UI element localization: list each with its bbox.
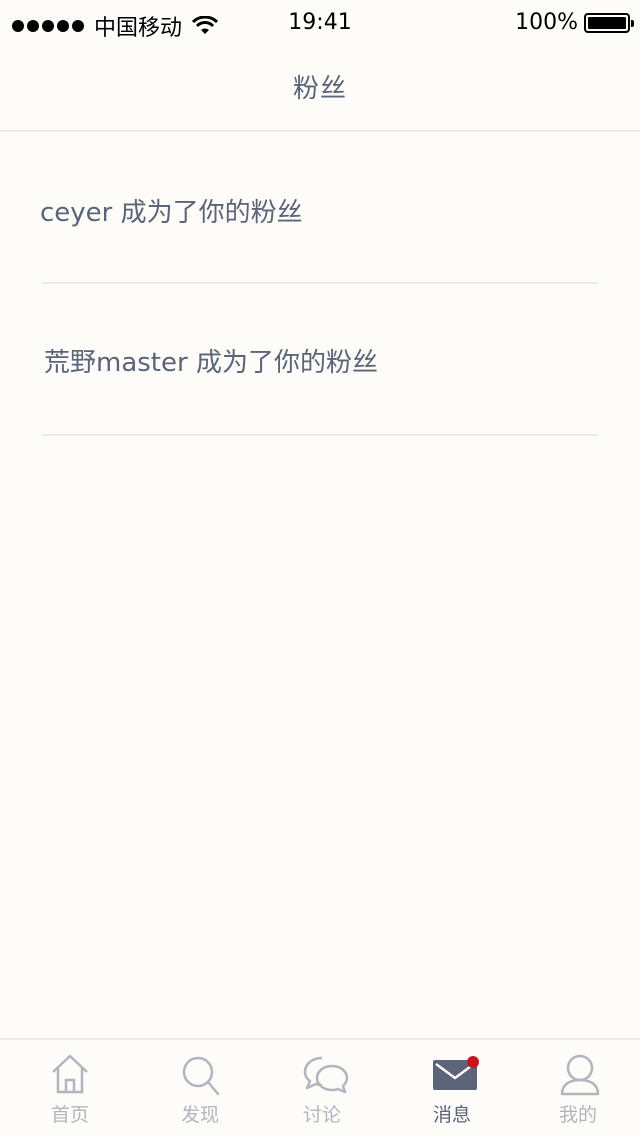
- tab-profile[interactable]: 我的: [514, 1040, 640, 1136]
- chat-icon: [303, 1056, 349, 1094]
- battery-percent: 100%: [515, 10, 578, 35]
- tab-label: 我的: [558, 1104, 597, 1126]
- status-right: 100%: [515, 10, 634, 35]
- home-icon: [52, 1054, 88, 1094]
- status-bar: 中国移动 19:41 100%: [0, 0, 640, 48]
- tab-messages[interactable]: 消息: [388, 1040, 516, 1136]
- follower-list: ceyer 成为了你的粉丝 荒野master 成为了你的粉丝: [0, 134, 640, 436]
- tab-label: 讨论: [302, 1104, 341, 1126]
- unread-badge: [467, 1056, 479, 1068]
- tab-label: 发现: [180, 1104, 219, 1126]
- tab-discussion[interactable]: 讨论: [258, 1040, 386, 1136]
- tab-label: 首页: [50, 1104, 89, 1126]
- user-icon: [560, 1054, 600, 1096]
- screen: 中国移动 19:41 100% 粉丝 ceyer 成为了你的粉丝 荒野maste…: [0, 0, 640, 1136]
- list-item[interactable]: ceyer 成为了你的粉丝: [40, 134, 598, 284]
- search-icon: [182, 1056, 220, 1096]
- tab-label: 消息: [432, 1104, 471, 1126]
- page-title: 粉丝: [292, 74, 347, 104]
- tab-home[interactable]: 首页: [6, 1040, 134, 1136]
- tab-bar: 首页 发现 讨论 消息 我的: [0, 1038, 640, 1136]
- list-item[interactable]: 荒野master 成为了你的粉丝: [42, 284, 598, 436]
- notification-text: ceyer 成为了你的粉丝: [40, 198, 303, 228]
- nav-bar: 粉丝: [0, 48, 640, 132]
- notification-text: 荒野master 成为了你的粉丝: [44, 348, 378, 378]
- tab-discover[interactable]: 发现: [136, 1040, 264, 1136]
- battery-icon: [584, 12, 634, 33]
